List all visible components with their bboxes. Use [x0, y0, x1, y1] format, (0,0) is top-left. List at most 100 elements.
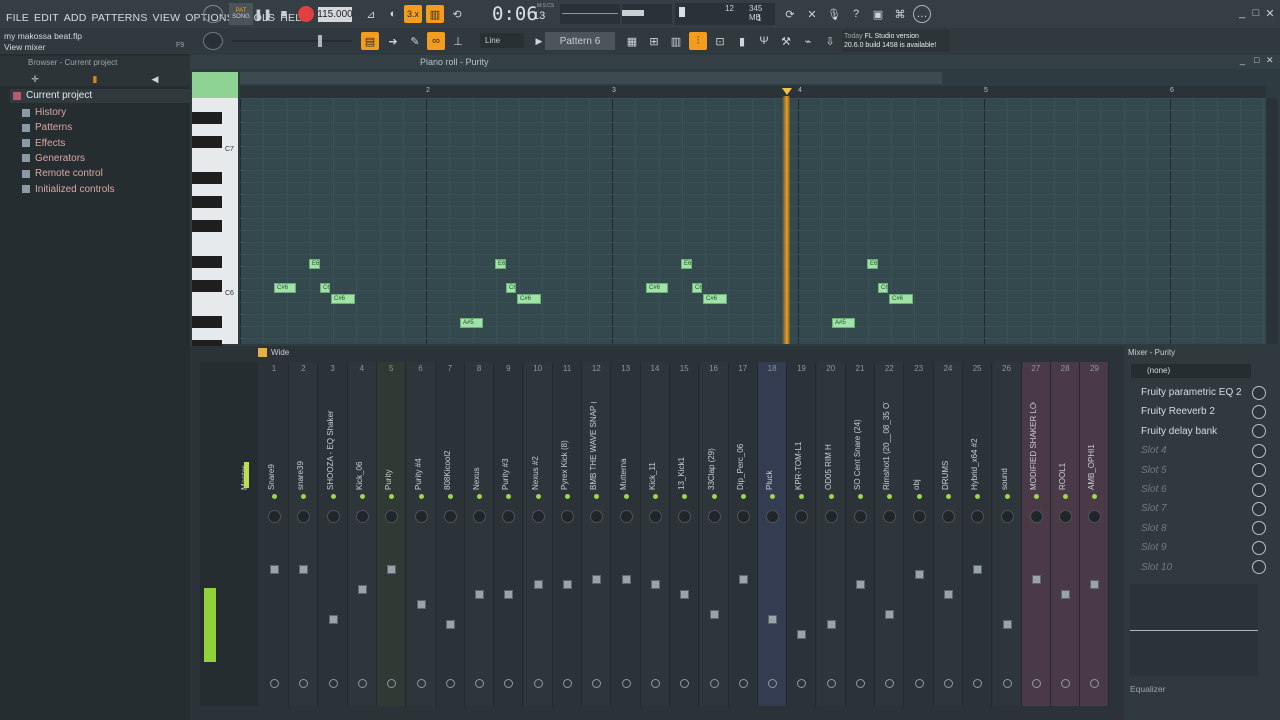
effect-slot-6[interactable]: Slot 6 — [1132, 480, 1266, 499]
pan-knob[interactable] — [648, 510, 662, 523]
mixer-track-7[interactable]: 7 808Kicool2 — [435, 362, 465, 706]
note[interactable]: E6 — [681, 259, 692, 269]
route-button[interactable] — [445, 679, 455, 688]
route-button[interactable] — [797, 679, 807, 688]
browser-file-icon[interactable]: ▮ — [86, 70, 104, 88]
note[interactable]: E6 — [867, 259, 878, 269]
track-enable-led[interactable] — [799, 494, 805, 499]
volume-fader[interactable] — [914, 570, 924, 579]
metronome-icon[interactable]: ⊿ — [362, 5, 380, 23]
black-key[interactable] — [192, 220, 222, 232]
track-enable-led[interactable] — [682, 494, 688, 499]
pan-knob[interactable] — [414, 510, 428, 523]
route-button[interactable] — [328, 679, 338, 688]
route-button[interactable] — [943, 679, 953, 688]
mix-knob[interactable] — [1252, 385, 1266, 400]
download-icon[interactable]: ⇩ — [821, 32, 839, 50]
route-button[interactable] — [533, 679, 543, 688]
pan-knob[interactable] — [912, 510, 926, 523]
pan-knob[interactable] — [883, 510, 897, 523]
pencil-icon[interactable]: ✎ — [406, 32, 424, 50]
route-button[interactable] — [475, 679, 485, 688]
timeline-ruler[interactable]: 2 3 4 5 6 — [240, 86, 1266, 98]
volume-fader[interactable] — [387, 565, 397, 574]
volume-fader[interactable] — [299, 565, 309, 574]
plugin-database-icon[interactable]: ▮ — [733, 32, 751, 50]
mixer-icon[interactable]: ⫶ — [689, 32, 707, 50]
mixer-track-27[interactable]: 27 MODIFIED SHAKER LOOP 1 — [1021, 362, 1051, 706]
microphone-icon[interactable]: 🎙 — [825, 5, 843, 23]
mixer-track-8[interactable]: 8 Nexus — [465, 362, 495, 706]
piano-roll-maximize-icon[interactable]: □ — [1254, 55, 1259, 65]
effect-slot-5[interactable]: Slot 5 — [1132, 461, 1266, 480]
pan-knob[interactable] — [795, 510, 809, 523]
maximize-icon[interactable]: □ — [1250, 6, 1262, 20]
pan-knob[interactable] — [678, 510, 692, 523]
browser-item-effects[interactable]: Effects — [22, 138, 65, 149]
volume-fader[interactable] — [1002, 620, 1012, 629]
black-key[interactable] — [192, 196, 222, 208]
route-button[interactable] — [1061, 679, 1071, 688]
channel-rack-icon[interactable]: ⊞ — [645, 32, 663, 50]
note[interactable]: E6 — [495, 259, 506, 269]
volume-fader[interactable] — [357, 585, 367, 594]
mixer-track-21[interactable]: 21 SO Cent Snare (24) — [846, 362, 875, 706]
mixer-track-20[interactable]: 20 OD05 RIM H — [816, 362, 846, 706]
link-icon[interactable]: ∞ — [427, 32, 445, 50]
volume-fader[interactable] — [504, 590, 514, 599]
track-enable-led[interactable] — [916, 494, 922, 499]
track-enable-led[interactable] — [447, 494, 453, 499]
pattern-selector[interactable]: Pattern 6 — [545, 32, 615, 50]
master-strip[interactable]: Master — [200, 362, 258, 706]
note[interactable]: C6 — [320, 283, 330, 293]
track-enable-led[interactable] — [652, 494, 658, 499]
volume-fader[interactable] — [826, 620, 836, 629]
track-enable-led[interactable] — [1063, 494, 1069, 499]
volume-fader[interactable] — [650, 580, 660, 589]
mixer-track-9[interactable]: 9 Purity #3 — [494, 362, 524, 706]
effect-slot-7[interactable]: Slot 7 — [1132, 499, 1266, 518]
black-key[interactable] — [192, 136, 222, 148]
track-enable-led[interactable] — [828, 494, 834, 499]
mixer-track-28[interactable]: 28 ROOL1 — [1051, 362, 1081, 706]
route-button[interactable] — [621, 679, 631, 688]
effect-slot-10[interactable]: Slot 10 — [1132, 558, 1266, 577]
mixer-track-1[interactable]: 1 Snare9 — [260, 362, 289, 706]
track-enable-led[interactable] — [301, 494, 307, 499]
mixer-track-24[interactable]: 24 DRUMS — [933, 362, 963, 706]
volume-fader[interactable] — [445, 620, 455, 629]
mixer-layout-label[interactable]: Wide — [271, 348, 289, 357]
save-icon[interactable]: ▣ — [869, 5, 887, 23]
route-button[interactable] — [1002, 679, 1012, 688]
route-button[interactable] — [914, 679, 924, 688]
effect-slot-3[interactable]: Fruity delay bank — [1132, 422, 1266, 441]
mixer-track-19[interactable]: 19 KPR-TOM-L1 — [787, 362, 817, 706]
route-button[interactable] — [650, 679, 660, 688]
pan-knob[interactable] — [326, 510, 340, 523]
pan-knob[interactable] — [385, 510, 399, 523]
browser-item-patterns[interactable]: Patterns — [22, 122, 72, 133]
track-enable-led[interactable] — [389, 494, 395, 499]
route-button[interactable] — [416, 679, 426, 688]
track-enable-led[interactable] — [887, 494, 893, 499]
pan-knob[interactable] — [1088, 510, 1102, 523]
piano-keyboard[interactable]: C7 C6 — [192, 98, 238, 352]
route-button[interactable] — [357, 679, 367, 688]
note[interactable]: C6 — [692, 283, 702, 293]
minimize-icon[interactable]: _ — [1236, 6, 1248, 20]
vertical-scrollbar[interactable] — [1266, 98, 1278, 344]
track-enable-led[interactable] — [418, 494, 424, 499]
mixer-track-16[interactable]: 16 33Clap (29) — [699, 362, 729, 706]
snap-select[interactable]: Line — [480, 33, 524, 48]
track-enable-led[interactable] — [1092, 494, 1098, 499]
route-button[interactable] — [768, 679, 778, 688]
undo-icon[interactable]: ⟳ — [781, 5, 799, 23]
track-enable-led[interactable] — [359, 494, 365, 499]
mixer-track-2[interactable]: 2 snare39 — [289, 362, 319, 706]
mixer-track-12[interactable]: 12 BMB THE WAVE SNAP (8) — [582, 362, 612, 706]
volume-fader[interactable] — [1031, 575, 1041, 584]
effect-slot-1[interactable]: Fruity parametric EQ 2 — [1132, 383, 1266, 402]
step-edit-icon[interactable]: 3.x — [404, 5, 422, 23]
plugin-picker-icon[interactable]: Ψ — [755, 32, 773, 50]
mixer-view-icon[interactable] — [258, 348, 267, 357]
